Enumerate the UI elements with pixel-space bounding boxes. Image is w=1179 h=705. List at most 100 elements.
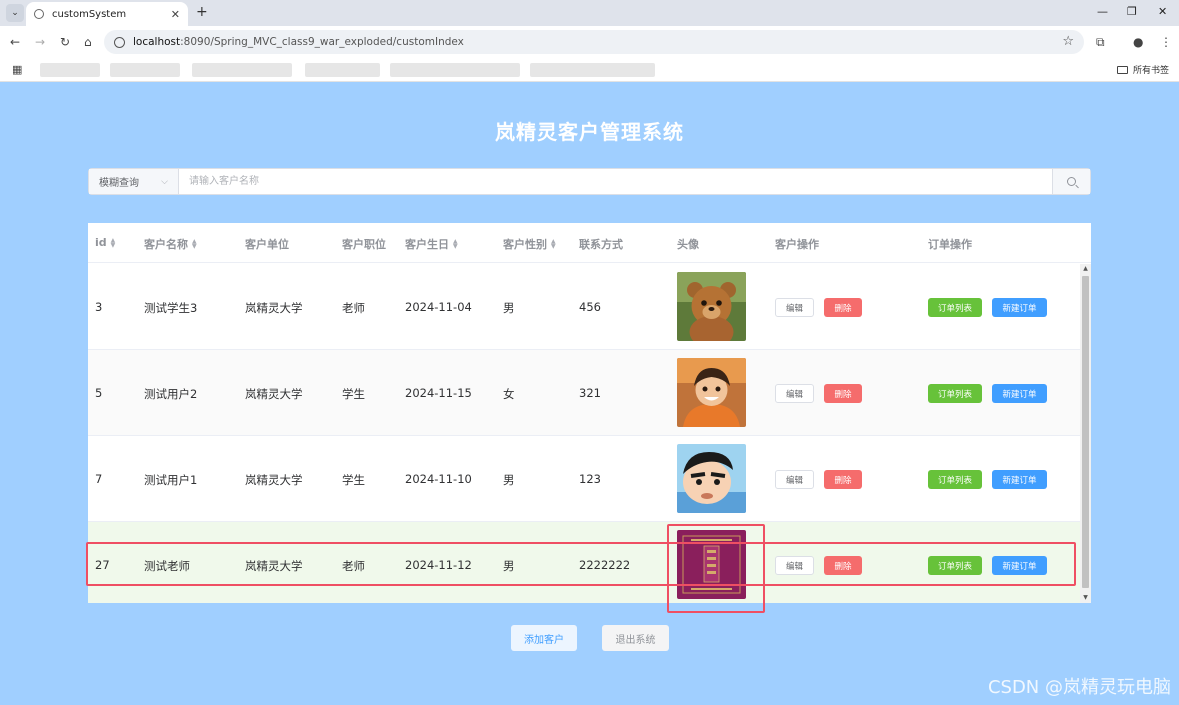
cell-unit: 岚精灵大学 bbox=[245, 301, 303, 315]
edit-button[interactable]: 编辑 bbox=[775, 384, 814, 403]
home-icon[interactable]: ⌂ bbox=[84, 35, 92, 49]
delete-button[interactable]: 删除 bbox=[824, 470, 862, 489]
scroll-down-icon[interactable]: ▼ bbox=[1080, 593, 1091, 603]
column-header-id[interactable]: id ▲ ▼ bbox=[95, 236, 115, 249]
back-arrow-icon[interactable]: ← bbox=[10, 35, 20, 49]
cell-birthday: 2024-11-10 bbox=[405, 472, 472, 486]
sort-icon[interactable]: ▲ ▼ bbox=[192, 239, 197, 250]
column-header-name[interactable]: 客户名称 ▲ ▼ bbox=[144, 236, 197, 252]
all-bookmarks-label: 所有书签 bbox=[1132, 66, 1169, 76]
bookmark-blurred[interactable] bbox=[530, 63, 655, 77]
table-body: 3 测试学生3 岚精灵大学 老师 2024-11-04 男 456 编辑 删除 … bbox=[88, 264, 1080, 603]
order-list-button[interactable]: 订单列表 bbox=[928, 470, 982, 489]
apps-grid-icon[interactable]: ▦ bbox=[12, 63, 22, 76]
cell-position: 老师 bbox=[342, 559, 365, 573]
extensions-icon[interactable]: ⧉ bbox=[1096, 35, 1105, 50]
browser-menu-icon[interactable]: ⋮ bbox=[1160, 35, 1172, 49]
minimize-icon[interactable]: — bbox=[1097, 5, 1108, 18]
new-order-button[interactable]: 新建订单 bbox=[992, 298, 1047, 317]
cell-gender: 男 bbox=[503, 473, 515, 487]
browser-tab[interactable]: customSystem ✕ bbox=[26, 2, 188, 26]
cell-id: 27 bbox=[95, 558, 110, 572]
book-cover-avatar-icon bbox=[677, 530, 746, 599]
url-host: localhost bbox=[133, 36, 181, 48]
globe-icon bbox=[34, 9, 44, 19]
site-info-icon[interactable] bbox=[114, 36, 125, 48]
tab-close-icon[interactable]: ✕ bbox=[171, 8, 180, 21]
tab-search-chevron-icon[interactable]: ⌄ bbox=[6, 4, 24, 22]
cell-position: 老师 bbox=[342, 301, 365, 315]
browser-tab-bar: ⌄ customSystem ✕ + — ❐ ✕ bbox=[0, 0, 1179, 26]
avatar bbox=[677, 530, 746, 599]
sort-icon[interactable]: ▲ ▼ bbox=[551, 239, 556, 250]
cell-id: 5 bbox=[95, 386, 103, 400]
folder-icon bbox=[1116, 65, 1128, 74]
avatar bbox=[677, 444, 746, 513]
column-header-avatar: 头像 bbox=[677, 238, 699, 251]
new-order-button[interactable]: 新建订单 bbox=[992, 556, 1047, 575]
cell-unit: 岚精灵大学 bbox=[245, 387, 303, 401]
table-row: 5 测试用户2 岚精灵大学 学生 2024-11-15 女 321 编辑 删除 … bbox=[88, 350, 1080, 436]
watermark: CSDN @岚精灵玩电脑 bbox=[987, 677, 1171, 698]
cell-birthday: 2024-11-15 bbox=[405, 386, 472, 400]
anime-boy-avatar-icon bbox=[677, 358, 746, 427]
tab-title: customSystem bbox=[52, 8, 127, 20]
edit-button[interactable]: 编辑 bbox=[775, 298, 814, 317]
all-bookmarks[interactable]: 所有书签 bbox=[1116, 63, 1169, 76]
close-window-icon[interactable]: ✕ bbox=[1158, 5, 1167, 18]
add-customer-button[interactable]: 添加客户 bbox=[511, 625, 577, 651]
scroll-thumb[interactable] bbox=[1082, 276, 1089, 588]
delete-button[interactable]: 删除 bbox=[824, 384, 862, 403]
order-list-button[interactable]: 订单列表 bbox=[928, 384, 982, 403]
delete-button[interactable]: 删除 bbox=[824, 556, 862, 575]
table-header: id ▲ ▼ 客户名称 ▲ ▼ 客户单位 客户职位 客户生日 ▲ ▼ 客户性别 ▲ ▼ … bbox=[88, 223, 1091, 263]
column-header-unit: 客户单位 bbox=[245, 238, 289, 251]
order-list-button[interactable]: 订单列表 bbox=[928, 556, 982, 575]
bookmark-star-icon[interactable]: ☆ bbox=[1062, 34, 1074, 49]
cell-name: 测试用户1 bbox=[144, 473, 198, 487]
profile-icon[interactable]: ● bbox=[1133, 35, 1143, 49]
bookmark-blurred[interactable] bbox=[305, 63, 380, 77]
search-mode-label: 模糊查询 bbox=[99, 178, 139, 189]
cell-name: 测试用户2 bbox=[144, 387, 198, 401]
cell-gender: 男 bbox=[503, 301, 515, 315]
edit-button[interactable]: 编辑 bbox=[775, 556, 814, 575]
column-header-position: 客户职位 bbox=[342, 238, 386, 251]
search-button[interactable] bbox=[1052, 169, 1090, 194]
cell-id: 3 bbox=[95, 300, 103, 314]
column-header-customer-ops: 客户操作 bbox=[775, 238, 819, 251]
bookmark-blurred[interactable] bbox=[192, 63, 292, 77]
table-scrollbar[interactable]: ▲ ▼ bbox=[1080, 264, 1091, 603]
cell-birthday: 2024-11-12 bbox=[405, 558, 472, 572]
bookmark-blurred[interactable] bbox=[110, 63, 180, 77]
column-header-gender[interactable]: 客户性别 ▲ ▼ bbox=[503, 236, 556, 252]
bookmark-blurred[interactable] bbox=[390, 63, 520, 77]
search-input[interactable] bbox=[179, 169, 1052, 194]
delete-button[interactable]: 删除 bbox=[824, 298, 862, 317]
column-header-contact: 联系方式 bbox=[579, 238, 623, 251]
sort-icon[interactable]: ▲ ▼ bbox=[453, 239, 458, 250]
exit-system-button[interactable]: 退出系统 bbox=[602, 625, 669, 651]
page-title: 岚精灵客户管理系统 bbox=[495, 120, 684, 144]
order-list-button[interactable]: 订单列表 bbox=[928, 298, 982, 317]
column-header-order-ops: 订单操作 bbox=[928, 238, 972, 251]
column-header-birthday[interactable]: 客户生日 ▲ ▼ bbox=[405, 236, 458, 252]
forward-arrow-icon[interactable]: → bbox=[35, 35, 45, 49]
scroll-up-icon[interactable]: ▲ bbox=[1080, 264, 1091, 274]
cell-gender: 男 bbox=[503, 559, 515, 573]
bookmarks-bar: ▦ 所有书签 bbox=[0, 58, 1179, 82]
new-order-button[interactable]: 新建订单 bbox=[992, 384, 1047, 403]
sort-icon[interactable]: ▲ ▼ bbox=[111, 237, 116, 248]
cell-unit: 岚精灵大学 bbox=[245, 559, 303, 573]
search-mode-select[interactable]: 模糊查询 ⌵ bbox=[89, 169, 179, 194]
edit-button[interactable]: 编辑 bbox=[775, 470, 814, 489]
cell-contact: 123 bbox=[579, 472, 601, 486]
restore-icon[interactable]: ❐ bbox=[1127, 5, 1137, 18]
url-path: :8090/Spring_MVC_class9_war_exploded/cus… bbox=[180, 36, 464, 48]
reload-icon[interactable]: ↻ bbox=[60, 35, 70, 49]
new-tab-icon[interactable]: + bbox=[196, 4, 208, 20]
new-order-button[interactable]: 新建订单 bbox=[992, 470, 1047, 489]
url-bar[interactable]: localhost:8090/Spring_MVC_class9_war_exp… bbox=[104, 30, 1084, 54]
cell-birthday: 2024-11-04 bbox=[405, 300, 472, 314]
bookmark-blurred[interactable] bbox=[40, 63, 100, 77]
